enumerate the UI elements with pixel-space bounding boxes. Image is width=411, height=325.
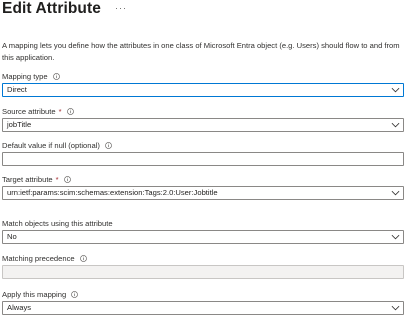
mapping-type-dropdown[interactable]: Direct — [2, 83, 404, 97]
target-attribute-dropdown[interactable]: urn:ietf:params:scim:schemas:extension:T… — [2, 186, 404, 200]
match-objects-value: No — [7, 232, 17, 241]
info-icon[interactable] — [79, 255, 87, 262]
more-options-icon[interactable]: ··· — [115, 3, 127, 13]
mapping-type-label-text: Mapping type — [2, 72, 48, 81]
source-attribute-label: Source attribute * — [2, 106, 74, 117]
apply-mapping-label-text: Apply this mapping — [2, 290, 67, 299]
default-value-label: Default value if null (optional) — [2, 140, 112, 151]
match-objects-label-text: Match objects using this attribute — [2, 219, 113, 228]
match-objects-dropdown[interactable]: No — [2, 230, 404, 244]
edit-attribute-panel: Edit Attribute ··· A mapping lets you de… — [0, 0, 411, 325]
required-mark: * — [55, 175, 59, 184]
page-title: Edit Attribute — [2, 0, 101, 17]
default-value-label-text: Default value if null (optional) — [2, 141, 100, 150]
chevron-down-icon — [391, 190, 400, 196]
source-attribute-dropdown[interactable]: jobTitle — [2, 118, 404, 132]
apply-mapping-dropdown[interactable]: Always — [2, 301, 404, 315]
apply-mapping-value: Always — [7, 303, 32, 312]
match-objects-label: Match objects using this attribute — [2, 218, 113, 229]
matching-precedence-label: Matching precedence — [2, 253, 87, 264]
info-icon[interactable] — [71, 291, 78, 298]
info-icon[interactable] — [63, 176, 71, 183]
source-attribute-label-text: Source attribute — [2, 107, 56, 116]
chevron-down-icon — [391, 122, 400, 128]
mapping-type-value: Direct — [7, 85, 27, 94]
required-mark: * — [58, 107, 62, 116]
info-icon[interactable] — [105, 142, 112, 149]
target-attribute-label: Target attribute * — [2, 174, 71, 185]
info-icon[interactable] — [66, 108, 74, 115]
matching-precedence-input — [2, 265, 404, 279]
apply-mapping-label: Apply this mapping — [2, 289, 78, 300]
source-attribute-value: jobTitle — [7, 120, 32, 129]
target-attribute-label-text: Target attribute — [2, 175, 53, 184]
matching-precedence-label-text: Matching precedence — [2, 254, 75, 263]
chevron-down-icon — [391, 87, 400, 93]
info-icon[interactable] — [52, 73, 60, 80]
chevron-down-icon — [391, 234, 400, 240]
chevron-down-icon — [391, 305, 400, 311]
mapping-type-label: Mapping type — [2, 71, 60, 82]
target-attribute-value: urn:ietf:params:scim:schemas:extension:T… — [7, 188, 218, 197]
default-value-input[interactable] — [2, 152, 404, 166]
mapping-description: A mapping lets you define how the attrib… — [2, 41, 400, 62]
